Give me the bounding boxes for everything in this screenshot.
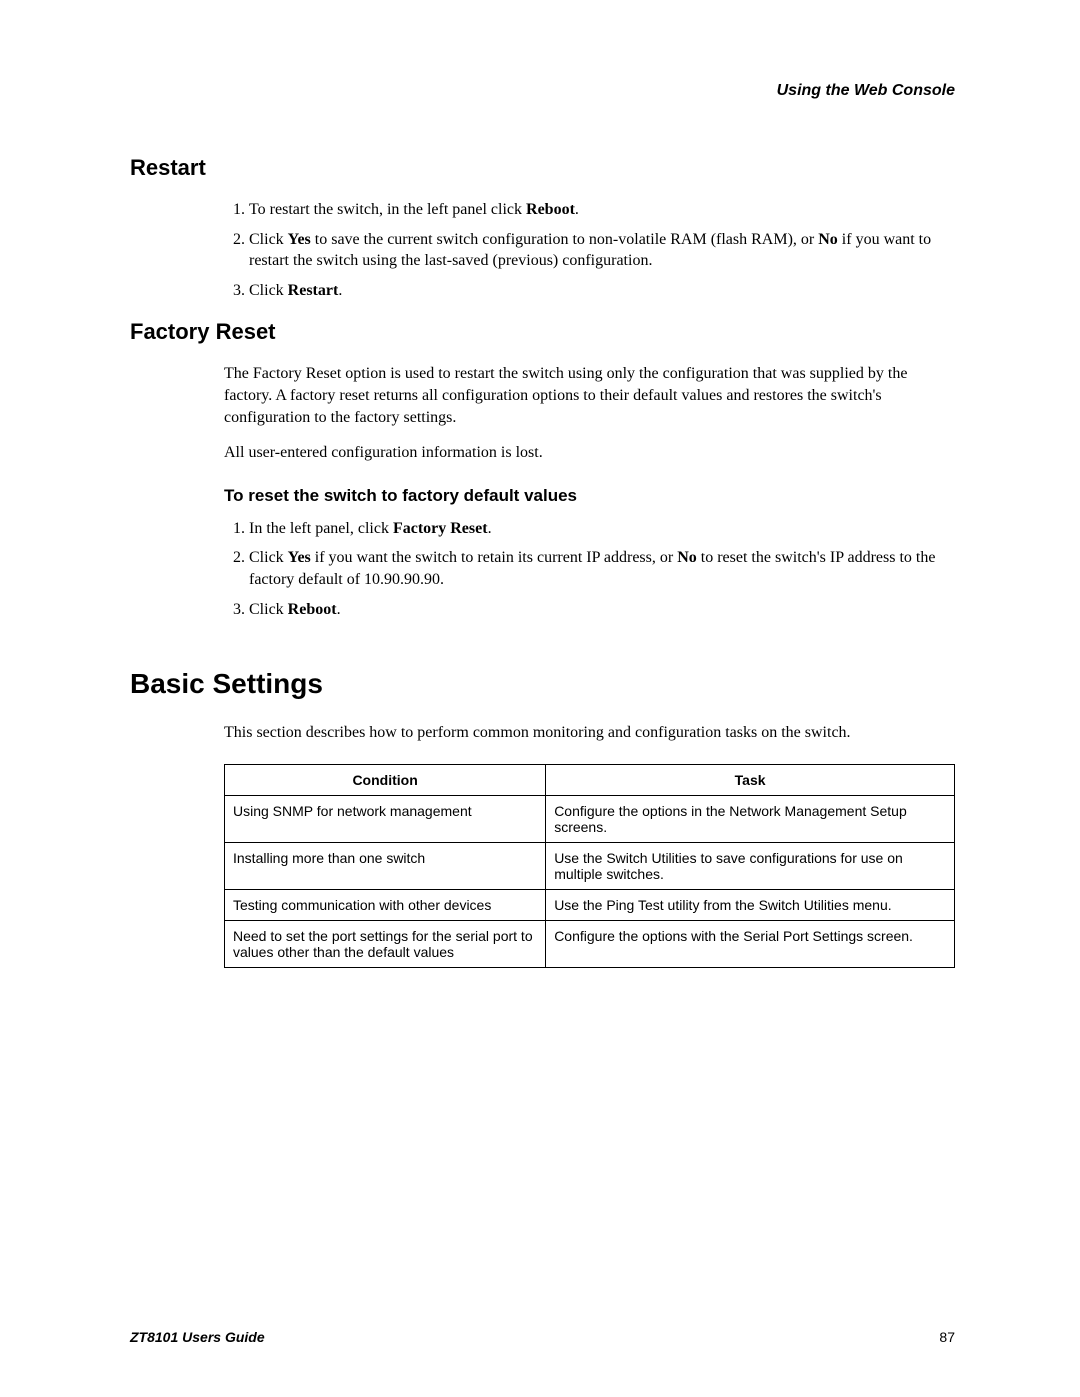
factory-step-1: In the left panel, click Factory Reset. xyxy=(249,518,955,540)
table-header-task: Task xyxy=(546,764,955,795)
factory-content: The Factory Reset option is used to rest… xyxy=(224,363,955,620)
text: Click xyxy=(249,601,288,618)
bold-text: Yes xyxy=(288,549,311,566)
table-cell-condition: Testing communication with other devices xyxy=(225,889,546,920)
text: . xyxy=(337,601,341,618)
table-row: Testing communication with other devices… xyxy=(225,889,955,920)
factory-paragraph-2: All user-entered configuration informati… xyxy=(224,442,955,464)
table-header-condition: Condition xyxy=(225,764,546,795)
basic-intro: This section describes how to perform co… xyxy=(224,722,955,744)
table-header-row: Condition Task xyxy=(225,764,955,795)
factory-step-2: Click Yes if you want the switch to reta… xyxy=(249,547,955,590)
heading-restart: Restart xyxy=(130,155,955,181)
bold-text: Factory Reset xyxy=(393,520,488,537)
text: To restart the switch, in the left panel… xyxy=(249,201,526,218)
restart-step-2: Click Yes to save the current switch con… xyxy=(249,229,955,272)
restart-content: To restart the switch, in the left panel… xyxy=(224,199,955,301)
footer-guide-title: ZT8101 Users Guide xyxy=(130,1329,265,1345)
table-cell-task: Use the Ping Test utility from the Switc… xyxy=(546,889,955,920)
bold-text: Reboot xyxy=(288,601,337,618)
restart-steps: To restart the switch, in the left panel… xyxy=(224,199,955,301)
heading-basic-settings: Basic Settings xyxy=(130,668,955,700)
restart-step-3: Click Restart. xyxy=(249,280,955,302)
factory-step-3: Click Reboot. xyxy=(249,599,955,621)
text: if you want the switch to retain its cur… xyxy=(311,549,677,566)
basic-content: This section describes how to perform co… xyxy=(224,722,955,968)
table-cell-condition: Need to set the port settings for the se… xyxy=(225,920,546,967)
factory-subheading: To reset the switch to factory default v… xyxy=(224,486,955,506)
text: Click xyxy=(249,231,288,248)
document-page: Using the Web Console Restart To restart… xyxy=(0,0,1080,1397)
text: . xyxy=(488,520,492,537)
text: . xyxy=(338,282,342,299)
page-header-right: Using the Web Console xyxy=(130,82,955,100)
table-row: Need to set the port settings for the se… xyxy=(225,920,955,967)
heading-factory-reset: Factory Reset xyxy=(130,319,955,345)
text: In the left panel, click xyxy=(249,520,393,537)
bold-text: Reboot xyxy=(526,201,575,218)
restart-step-1: To restart the switch, in the left panel… xyxy=(249,199,955,221)
bold-text: No xyxy=(677,549,697,566)
factory-steps: In the left panel, click Factory Reset. … xyxy=(224,518,955,620)
table-cell-condition: Using SNMP for network management xyxy=(225,795,546,842)
table-row: Installing more than one switch Use the … xyxy=(225,842,955,889)
bold-text: No xyxy=(818,231,838,248)
text: . xyxy=(575,201,579,218)
table-cell-condition: Installing more than one switch xyxy=(225,842,546,889)
text: Click xyxy=(249,282,288,299)
text: to save the current switch configuration… xyxy=(311,231,818,248)
table-cell-task: Use the Switch Utilities to save configu… xyxy=(546,842,955,889)
bold-text: Yes xyxy=(288,231,311,248)
factory-paragraph-1: The Factory Reset option is used to rest… xyxy=(224,363,955,428)
bold-text: Restart xyxy=(288,282,339,299)
text: Click xyxy=(249,549,288,566)
table-row: Using SNMP for network management Config… xyxy=(225,795,955,842)
footer-page-number: 87 xyxy=(939,1329,955,1345)
table-cell-task: Configure the options in the Network Man… xyxy=(546,795,955,842)
table-cell-task: Configure the options with the Serial Po… xyxy=(546,920,955,967)
basic-settings-table: Condition Task Using SNMP for network ma… xyxy=(224,764,955,968)
page-footer: ZT8101 Users Guide 87 xyxy=(130,1329,955,1345)
